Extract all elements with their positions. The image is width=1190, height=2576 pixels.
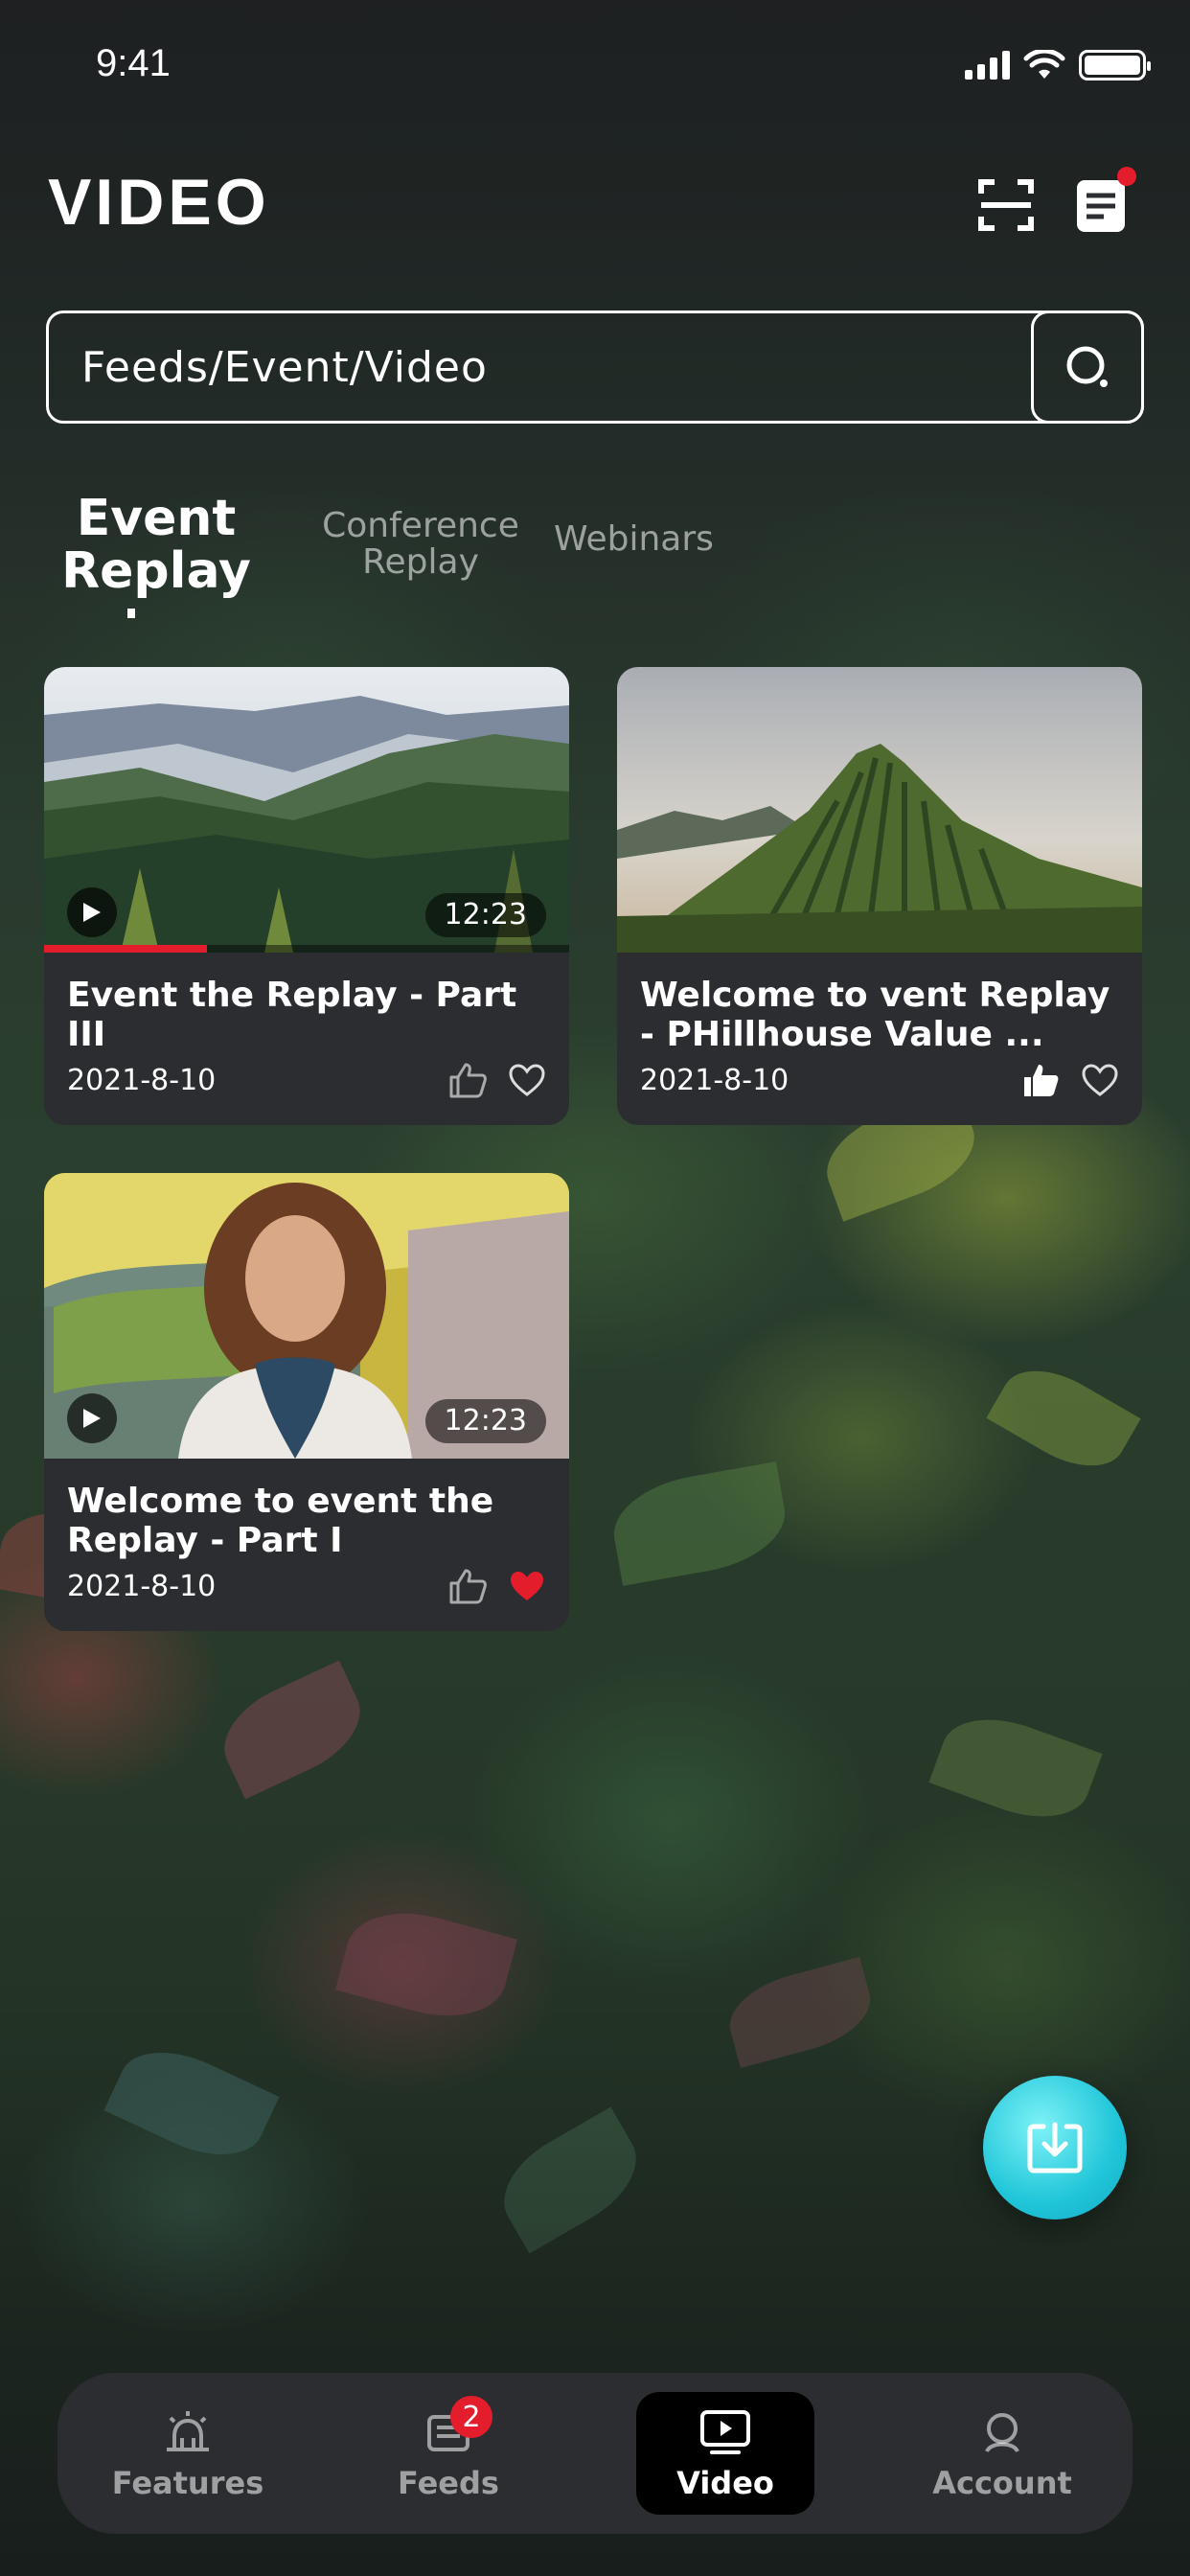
video-card-footer: 2021-8-10 bbox=[617, 1062, 1142, 1098]
tab-active-indicator bbox=[127, 609, 135, 619]
tab-label: Conference Replay bbox=[322, 506, 519, 582]
status-icons bbox=[965, 50, 1151, 80]
tab-event-replay[interactable]: Event Replay bbox=[46, 490, 266, 619]
video-duration: 12:23 bbox=[424, 893, 546, 937]
category-tabs: Event Replay Conference Replay Webinars bbox=[46, 489, 714, 632]
account-icon bbox=[985, 2413, 1019, 2453]
video-duration: 12:23 bbox=[424, 1399, 546, 1443]
video-title: Event the Replay - Part III bbox=[67, 976, 517, 1055]
download-button[interactable] bbox=[983, 2076, 1127, 2220]
video-progress-bar bbox=[44, 945, 569, 953]
cellular-signal-icon bbox=[965, 51, 1010, 80]
favorite-icon[interactable] bbox=[1081, 1063, 1119, 1097]
battery-icon bbox=[1079, 50, 1151, 80]
feeds-badge: 2 bbox=[450, 2396, 492, 2438]
scan-button[interactable] bbox=[975, 174, 1037, 236]
video-card[interactable]: Welcome to vent Replay - PHillhouse Valu… bbox=[617, 667, 1142, 1125]
nav-item-features[interactable]: Features bbox=[57, 2392, 318, 2515]
page-title: VIDEO bbox=[48, 166, 270, 239]
play-icon bbox=[67, 887, 117, 937]
video-card[interactable]: 12:23 Event the Replay - Part III 2021-8… bbox=[44, 667, 569, 1125]
like-icon[interactable] bbox=[448, 1062, 487, 1098]
nav-item-account[interactable]: Account bbox=[872, 2392, 1133, 2515]
video-progress-fill bbox=[44, 945, 207, 953]
favorite-icon[interactable] bbox=[508, 1063, 546, 1097]
tab-conference-replay[interactable]: Conference Replay bbox=[310, 508, 531, 581]
video-title: Welcome to vent Replay - PHillhouse Valu… bbox=[640, 976, 1110, 1055]
tab-label: Event Replay bbox=[61, 490, 251, 600]
play-icon bbox=[67, 1393, 117, 1443]
nav-item-feeds[interactable]: Feeds 2 bbox=[318, 2392, 579, 2515]
video-play-icon bbox=[700, 2410, 750, 2454]
green-mountain-image bbox=[617, 667, 1142, 953]
tab-webinars[interactable]: Webinars bbox=[554, 521, 714, 558]
notification-dot bbox=[1117, 167, 1136, 186]
status-time: 9:41 bbox=[96, 42, 171, 84]
header: VIDEO bbox=[48, 163, 1142, 249]
video-date: 2021-8-10 bbox=[640, 1063, 790, 1097]
scan-icon bbox=[978, 179, 1034, 231]
download-icon bbox=[1027, 2122, 1083, 2174]
like-icon[interactable] bbox=[448, 1568, 487, 1604]
alarm-light-icon bbox=[167, 2411, 209, 2451]
video-card-footer: 2021-8-10 bbox=[44, 1568, 569, 1604]
search-button[interactable] bbox=[1031, 310, 1144, 424]
favorite-icon-filled[interactable] bbox=[508, 1569, 546, 1603]
video-date: 2021-8-10 bbox=[67, 1569, 217, 1603]
nav-item-video[interactable]: Video bbox=[636, 2392, 814, 2515]
search-bar bbox=[46, 310, 1144, 424]
video-thumbnail[interactable]: 12:23 bbox=[44, 1173, 569, 1459]
wifi-icon bbox=[1023, 50, 1065, 79]
search-icon bbox=[1066, 346, 1108, 387]
nav-label: Account bbox=[932, 2465, 1072, 2501]
messages-button[interactable] bbox=[1071, 167, 1136, 236]
status-bar: 9:41 bbox=[0, 0, 1190, 134]
search-input[interactable] bbox=[49, 313, 1031, 421]
like-icon-filled[interactable] bbox=[1021, 1062, 1060, 1098]
video-title: Welcome to event the Replay - Part I bbox=[67, 1482, 494, 1561]
nav-label: Feeds bbox=[398, 2465, 499, 2501]
nav-label: Features bbox=[111, 2465, 264, 2501]
video-date: 2021-8-10 bbox=[67, 1063, 217, 1097]
nav-label: Video bbox=[676, 2465, 774, 2501]
video-card-footer: 2021-8-10 bbox=[44, 1062, 569, 1098]
video-thumbnail[interactable]: 12:23 bbox=[44, 667, 569, 953]
video-thumbnail[interactable] bbox=[617, 667, 1142, 953]
video-card[interactable]: 12:23 Welcome to event the Replay - Part… bbox=[44, 1173, 569, 1631]
bottom-navigation: Features Feeds 2 Video Account bbox=[57, 2373, 1133, 2534]
tab-label: Webinars bbox=[554, 519, 714, 559]
